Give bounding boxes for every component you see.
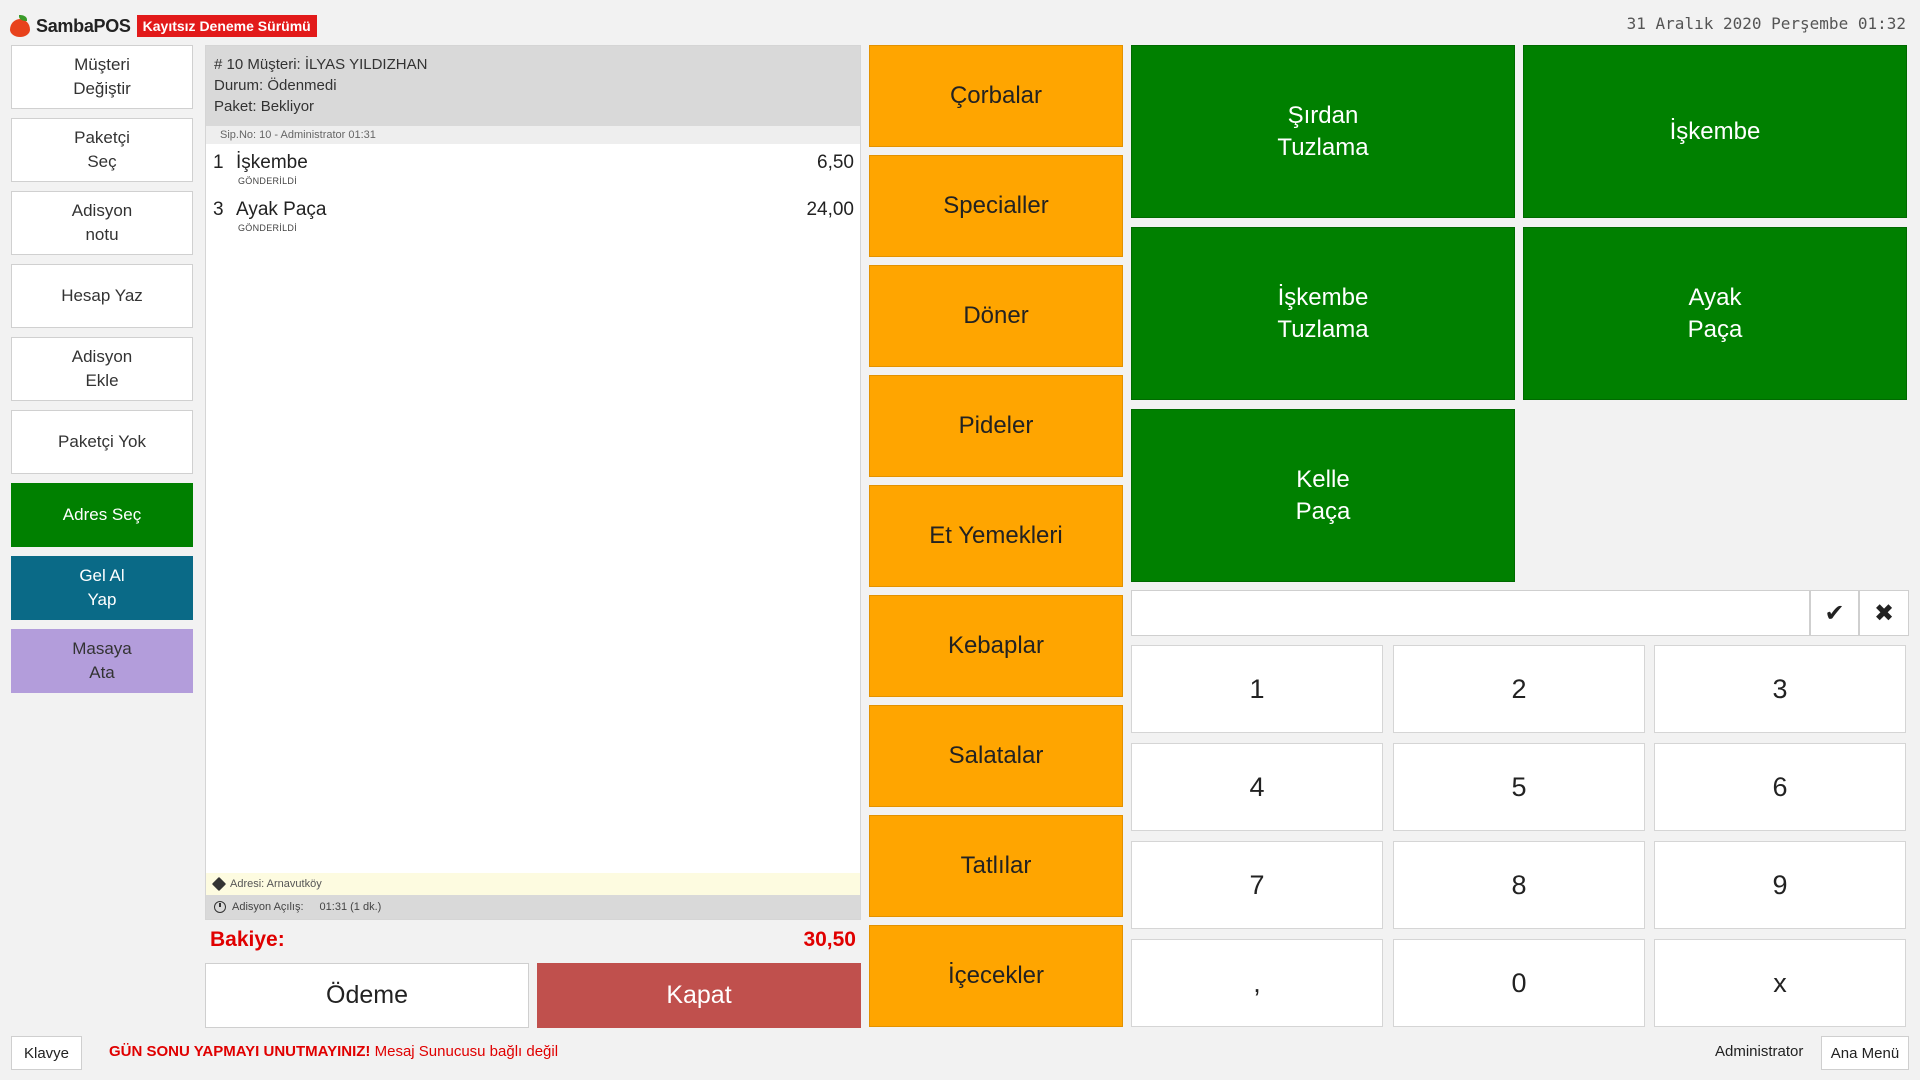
- numpad-key[interactable]: 9: [1654, 841, 1906, 929]
- footer-message: GÜN SONU YAPMAYI UNUTMAYINIZ! Mesaj Sunu…: [109, 1043, 558, 1060]
- product-button[interactable]: Şırdan Tuzlama: [1131, 45, 1515, 218]
- category-button[interactable]: Et Yemekleri: [869, 485, 1123, 587]
- ticket-address: Adresi: Arnavutköy: [206, 873, 860, 895]
- ticket-customer: # 10 Müşteri: İLYAS YILDIZHAN: [214, 56, 428, 73]
- numpad-key[interactable]: 4: [1131, 743, 1383, 831]
- numpad-key[interactable]: 5: [1393, 743, 1645, 831]
- ticket-note-button[interactable]: Adisyon notu: [11, 191, 193, 255]
- account-write-button[interactable]: Hesap Yaz: [11, 264, 193, 328]
- assign-table-button[interactable]: Masaya Ata: [11, 629, 193, 693]
- order-row[interactable]: 3 Ayak Paça GÖNDERİLDİ 24,00: [206, 199, 860, 239]
- ticket-opened: Adisyon Açılış: 01:31 (1 dk.): [206, 895, 860, 919]
- clear-x-icon[interactable]: ✖: [1859, 590, 1909, 636]
- category-button[interactable]: Specialler: [869, 155, 1123, 257]
- datetime: 31 Aralık 2020 Perşembe 01:32: [1626, 14, 1906, 33]
- numpad-key[interactable]: 3: [1654, 645, 1906, 733]
- numpad-key[interactable]: 1: [1131, 645, 1383, 733]
- ticket-header: # 10 Müşteri: İLYAS YILDIZHAN Durum: Öde…: [206, 46, 860, 126]
- balance-label: Bakiye:: [210, 928, 285, 951]
- main-menu-button[interactable]: Ana Menü: [1821, 1036, 1909, 1070]
- numpad-key[interactable]: ,: [1131, 939, 1383, 1027]
- keyboard-button[interactable]: Klavye: [11, 1036, 82, 1070]
- product-button[interactable]: Ayak Paça: [1523, 227, 1907, 400]
- numpad-key[interactable]: 2: [1393, 645, 1645, 733]
- app-name: SambaPOS: [36, 15, 131, 36]
- order-row[interactable]: 1 İşkembe GÖNDERİLDİ 6,50: [206, 152, 860, 192]
- take-away-button[interactable]: Gel Al Yap: [11, 556, 193, 620]
- chili-logo-icon: [10, 15, 30, 37]
- trial-badge: Kayıtsız Deneme Sürümü: [136, 15, 317, 37]
- order-name: Ayak Paça: [236, 199, 327, 220]
- change-customer-button[interactable]: Müşteri Değiştir: [11, 45, 193, 109]
- product-button[interactable]: İşkembe Tuzlama: [1131, 227, 1515, 400]
- ticket-order-info: Sip.No: 10 - Administrator 01:31: [206, 126, 860, 144]
- ticket-package: Paket: Bekliyor: [214, 98, 315, 115]
- numpad-key[interactable]: 7: [1131, 841, 1383, 929]
- add-ticket-button[interactable]: Adisyon Ekle: [11, 337, 193, 401]
- category-button[interactable]: İçecekler: [869, 925, 1123, 1027]
- payment-button[interactable]: Ödeme: [205, 963, 529, 1028]
- numpad-key[interactable]: 6: [1654, 743, 1906, 831]
- category-button[interactable]: Tatlılar: [869, 815, 1123, 917]
- category-button[interactable]: Salatalar: [869, 705, 1123, 807]
- ticket-panel: # 10 Müşteri: İLYAS YILDIZHAN Durum: Öde…: [205, 45, 861, 920]
- current-user: Administrator: [1715, 1043, 1804, 1060]
- product-button[interactable]: İşkembe: [1523, 45, 1907, 218]
- order-name: İşkembe: [236, 152, 308, 173]
- end-of-day-warning: GÜN SONU YAPMAYI UNUTMAYINIZ!: [109, 1043, 371, 1060]
- app-logo: SambaPOS Kayıtsız Deneme Sürümü: [10, 12, 317, 40]
- order-status: GÖNDERİLDİ: [238, 176, 298, 186]
- order-qty: 1: [213, 152, 224, 173]
- ticket-address-text: Adresi: Arnavutköy: [230, 878, 322, 890]
- category-button[interactable]: Döner: [869, 265, 1123, 367]
- numpad-key[interactable]: 8: [1393, 841, 1645, 929]
- order-qty: 3: [213, 199, 224, 220]
- order-price: 6,50: [817, 152, 854, 173]
- ticket-opened-label: Adisyon Açılış:: [232, 901, 304, 913]
- confirm-check-icon[interactable]: ✔: [1810, 590, 1859, 636]
- category-button[interactable]: Pideler: [869, 375, 1123, 477]
- tag-icon: [211, 876, 227, 892]
- ticket-status: Durum: Ödenmedi: [214, 77, 337, 94]
- no-courier-button[interactable]: Paketçi Yok: [11, 410, 193, 474]
- numpad-key[interactable]: x: [1654, 939, 1906, 1027]
- clock-icon: [214, 901, 226, 913]
- close-ticket-button[interactable]: Kapat: [537, 963, 861, 1028]
- category-button[interactable]: Kebaplar: [869, 595, 1123, 697]
- balance-value: 30,50: [803, 928, 856, 951]
- select-courier-button[interactable]: Paketçi Seç: [11, 118, 193, 182]
- message-server-status: Mesaj Sunucusu bağlı değil: [374, 1043, 559, 1060]
- order-price: 24,00: [806, 199, 854, 220]
- number-input[interactable]: [1131, 590, 1810, 636]
- ticket-opened-value: 01:31 (1 dk.): [319, 901, 382, 913]
- numpad-key[interactable]: 0: [1393, 939, 1645, 1027]
- category-button[interactable]: Çorbalar: [869, 45, 1123, 147]
- select-address-button[interactable]: Adres Seç: [11, 483, 193, 547]
- product-button[interactable]: Kelle Paça: [1131, 409, 1515, 582]
- order-status: GÖNDERİLDİ: [238, 223, 298, 233]
